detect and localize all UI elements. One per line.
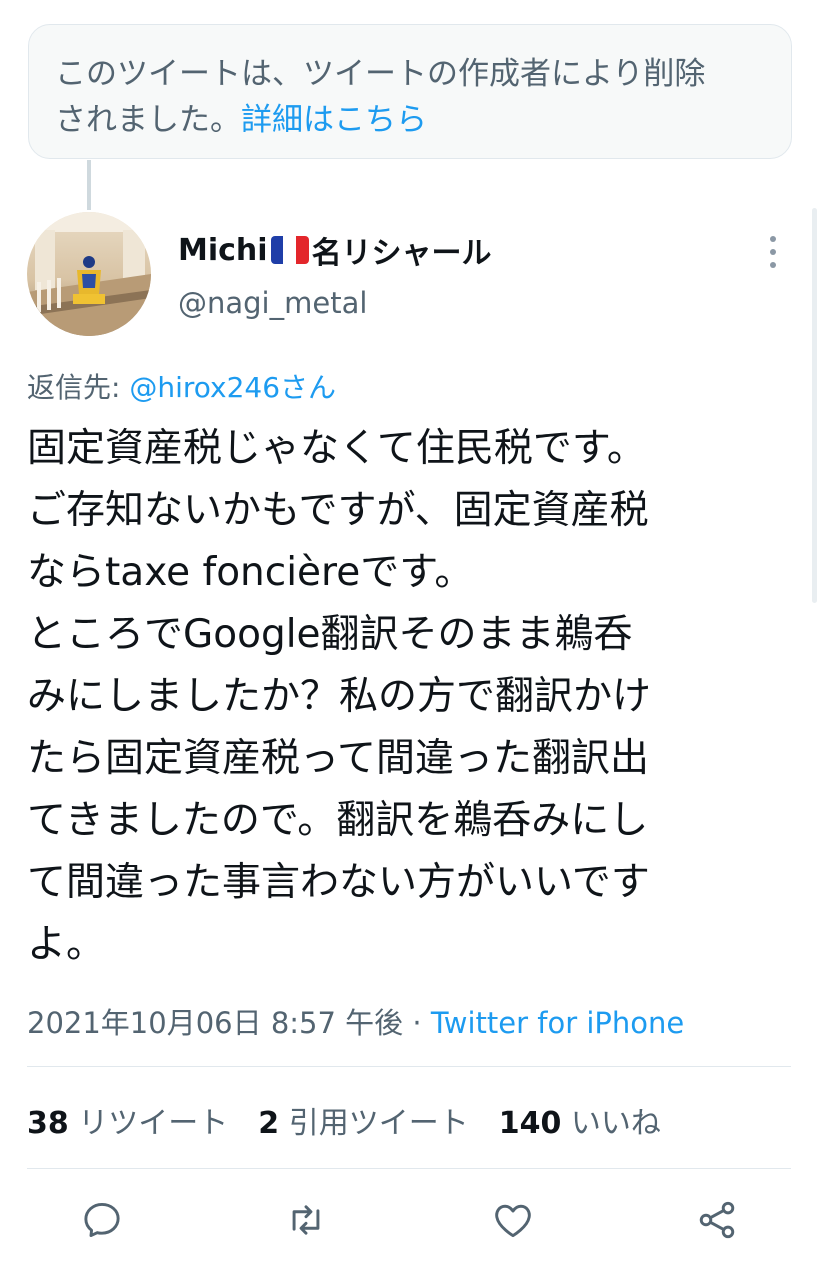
quotes-count: 2 [258, 1106, 280, 1141]
retweet-button[interactable] [281, 1195, 331, 1245]
tweet-timestamp[interactable]: 2021年10月06日 8:57 午後 · [27, 1006, 431, 1040]
like-icon [495, 1204, 531, 1238]
divider [27, 1168, 791, 1169]
retweets-stat[interactable]: 38 リツイート [27, 1106, 228, 1141]
tweet-line: みにしましたか？私の方で翻訳かけ [27, 674, 652, 719]
more-options-icon[interactable] [756, 232, 790, 272]
tweet-source-link[interactable]: Twitter for iPhone [431, 1006, 684, 1040]
reply-icon [84, 1202, 120, 1238]
tweet-line: てきましたので。翻訳を鵜呑みにし [27, 798, 649, 843]
reply-to-line: 返信先: @hirox246さん [27, 366, 336, 406]
divider [27, 1066, 791, 1067]
tweet-body: 固定資産税じゃなくて住民税です。 ご存知ないかもですが、固定資産税 ならtaxe… [27, 418, 802, 976]
deleted-notice-text: このツイートは、ツイートの作成者により削除 [55, 56, 706, 92]
retweets-label: リツイート [68, 1106, 229, 1141]
reply-to-label: 返信先: [27, 371, 130, 404]
france-flag-icon [270, 236, 309, 264]
deleted-tweet-notice: このツイートは、ツイートの作成者により削除 されました。詳細はこちら [28, 24, 792, 159]
tweet-line: 固定資産税じゃなくて住民税です。 [27, 426, 646, 471]
quotes-label: 引用ツイート [279, 1106, 469, 1141]
deleted-notice-text-2: されました。 [55, 102, 241, 138]
tweet-line: たら固定資産税って間違った翻訳出 [27, 736, 650, 781]
avatar-image [27, 212, 151, 336]
retweets-count: 38 [27, 1106, 69, 1141]
likes-count: 140 [498, 1106, 562, 1141]
learn-more-link[interactable]: 詳細はこちら [241, 102, 427, 138]
tweet-line: ご存知ないかもですが、固定資産税 [27, 488, 649, 533]
quotes-stat[interactable]: 2 引用ツイート [258, 1106, 468, 1141]
retweet-icon [292, 1205, 320, 1235]
likes-stat[interactable]: 140 いいね [499, 1106, 661, 1141]
scrollbar[interactable] [812, 208, 817, 603]
tweet-line: よ。 [27, 922, 106, 967]
likes-label: いいね [561, 1106, 661, 1141]
thread-connector-line [87, 160, 91, 210]
reply-mention-link[interactable]: @hirox246さん [129, 371, 336, 404]
author-name-suffix: 名リシャール [311, 236, 492, 271]
author-name[interactable]: Michi 名リシャール [178, 228, 492, 272]
reply-button[interactable] [77, 1195, 127, 1245]
share-icon [699, 1201, 735, 1239]
action-bar [0, 1195, 819, 1255]
share-button[interactable] [692, 1195, 742, 1245]
tweet-meta: 2021年10月06日 8:57 午後 · Twitter for iPhone [27, 1000, 684, 1042]
tweet-line: ならtaxe foncièreです。 [27, 550, 474, 595]
tweet-line: て間違った事言わない方がいいです [27, 860, 650, 905]
tweet-stats: 38 リツイート 2 引用ツイート 140 いいね [27, 1098, 661, 1142]
tweet-line: ところでGoogle翻訳そのまま鵜呑 [27, 612, 633, 657]
avatar[interactable] [27, 212, 151, 336]
author-name-prefix: Michi [178, 232, 268, 268]
like-button[interactable] [488, 1195, 538, 1245]
author-handle[interactable]: @nagi_metal [178, 286, 367, 320]
